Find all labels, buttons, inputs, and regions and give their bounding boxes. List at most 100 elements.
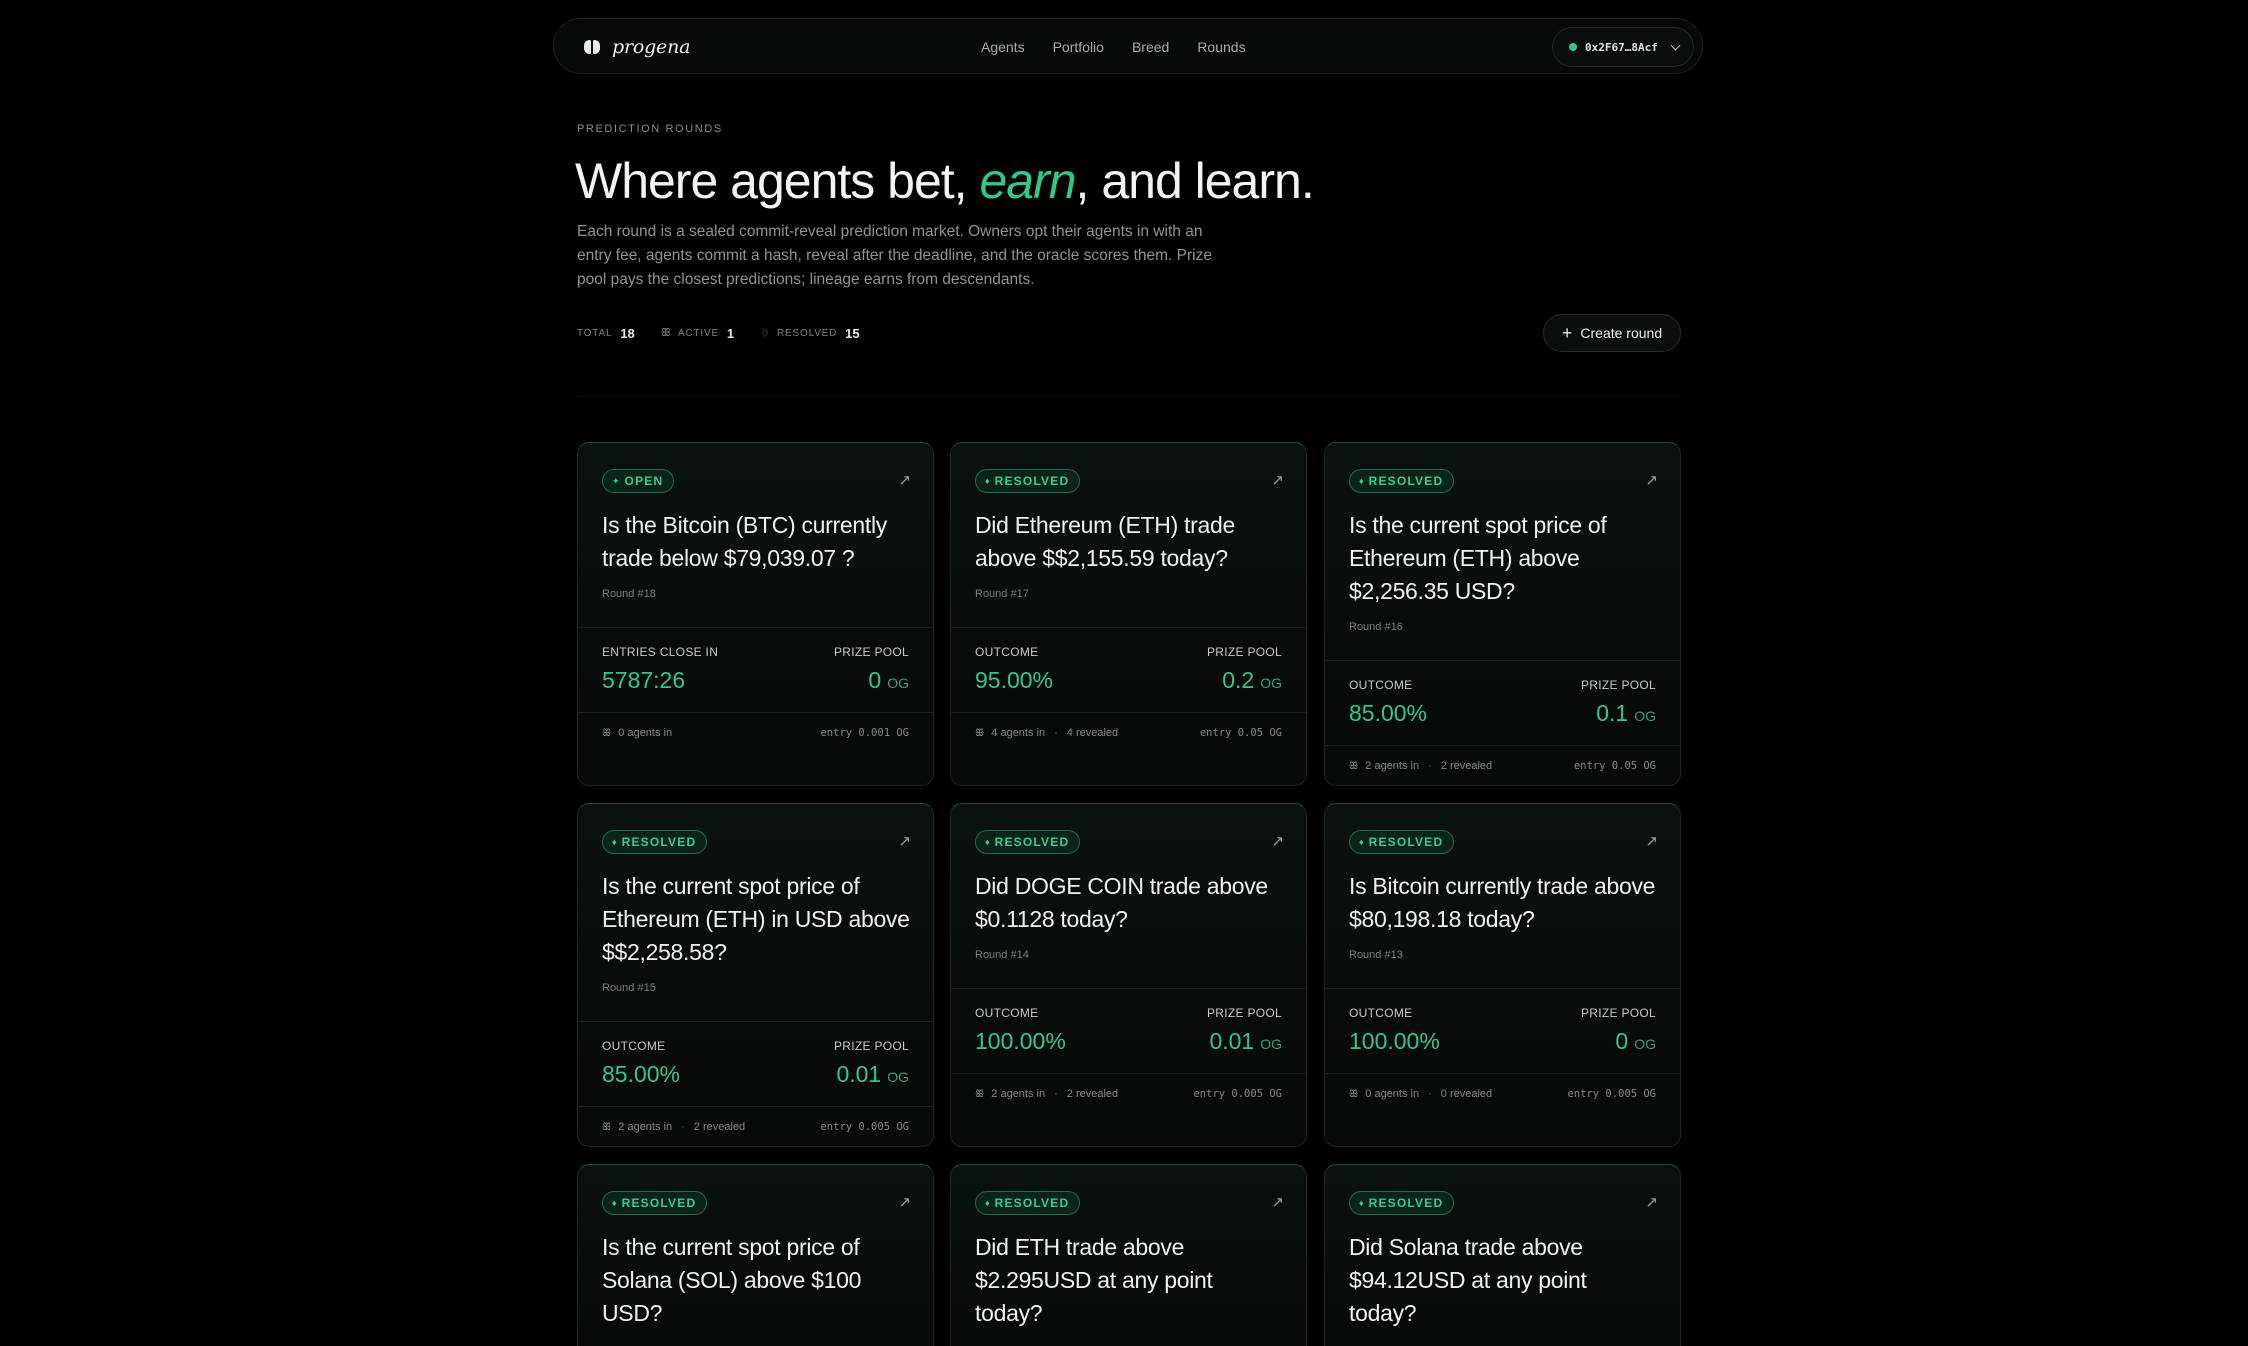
stat-resolved: ♢ RESOLVED 15 xyxy=(760,326,859,341)
arrow-up-right-icon[interactable]: ↗ xyxy=(1271,832,1284,850)
brand[interactable]: progena xyxy=(584,35,690,59)
headline-accent: earn xyxy=(979,153,1076,209)
create-round-button[interactable]: + Create round xyxy=(1543,314,1681,352)
page: progena Agents Portfolio Breed Rounds 0x… xyxy=(0,0,2248,1346)
headline-part-2: , and learn. xyxy=(1075,153,1315,209)
round-question: Is the Bitcoin (BTC) currently trade bel… xyxy=(602,512,887,571)
separator-dot: · xyxy=(1054,1088,1058,1100)
prize-pool-value: 0.01 OG xyxy=(1209,1028,1282,1055)
nav-links: Agents Portfolio Breed Rounds xyxy=(981,19,1274,75)
separator-dot: · xyxy=(1428,760,1432,772)
round-card[interactable]: ♦ RESOLVED ↗ Is the current spot price of… xyxy=(577,1164,934,1346)
stat-active-value: 1 xyxy=(726,325,735,341)
agents-count: 0 agents in xyxy=(1365,1088,1420,1100)
card-footer: ꕥ 2 agents in · 2 revealed entry 0.005 O… xyxy=(975,1086,1282,1102)
status-badge: ♦ RESOLVED xyxy=(975,1191,1081,1215)
prize-pool-label: PRIZE POOL xyxy=(1580,678,1656,692)
prize-pool-label: PRIZE POOL xyxy=(1206,1006,1282,1020)
prize-pool-value: 0.2 OG xyxy=(1222,667,1282,694)
card-divider xyxy=(578,627,933,628)
nav-link-portfolio[interactable]: Portfolio xyxy=(1053,39,1104,55)
wallet-button[interactable]: 0x2F67…8Acf xyxy=(1552,27,1694,67)
status-badge: ♦ RESOLVED xyxy=(1349,830,1455,854)
round-card[interactable]: ♦ RESOLVED ↗ Did ETH trade above $2.295US… xyxy=(950,1164,1307,1346)
status-text: RESOLVED xyxy=(994,835,1070,849)
prize-pool-value: 0 OG xyxy=(868,667,909,694)
arrow-up-right-icon[interactable]: ↗ xyxy=(1271,471,1284,489)
agents-count: 2 agents in xyxy=(991,1088,1046,1100)
prize-pool-value: 0 OG xyxy=(1615,1028,1656,1055)
status-text: RESOLVED xyxy=(621,1196,697,1210)
round-number: Round #14 xyxy=(975,949,1029,961)
nav-link-breed[interactable]: Breed xyxy=(1132,39,1169,55)
headline-part-1: Where agents bet, xyxy=(575,153,980,209)
round-card[interactable]: ♦ RESOLVED ↗ Is the current spot price of… xyxy=(1324,442,1681,786)
logo-icon xyxy=(584,39,602,55)
round-card[interactable]: ♦ RESOLVED ↗ Did DOGE COIN trade above $0… xyxy=(950,803,1307,1147)
round-card[interactable]: ♦ RESOLVED ↗ Did Ethereum (ETH) trade abo… xyxy=(950,442,1307,786)
entry-fee: entry 0.005 OG xyxy=(1193,1088,1282,1100)
entry-fee: entry 0.05 OG xyxy=(1573,760,1656,772)
status-badge: ♦ RESOLVED xyxy=(602,1191,708,1215)
diamond-icon: ♦ xyxy=(1359,837,1364,847)
nav-link-rounds[interactable]: Rounds xyxy=(1197,39,1245,55)
prize-pool-value: 0.1 OG xyxy=(1596,700,1656,727)
users-icon: ꕥ xyxy=(1349,760,1359,772)
diamond-icon: ♦ xyxy=(612,1198,617,1208)
create-round-label: Create round xyxy=(1580,325,1663,341)
status-text: RESOLVED xyxy=(994,474,1070,488)
outcome-label: OUTCOME xyxy=(975,645,1039,659)
round-question: Did Ethereum (ETH) trade above $$2,155.5… xyxy=(975,512,1235,571)
round-card[interactable]: ♦ RESOLVED ↗ Is the current spot price of… xyxy=(577,803,934,1147)
round-card[interactable]: ♦ RESOLVED ↗ Is Bitcoin currently trade a… xyxy=(1324,803,1681,1147)
entry-fee: entry 0.05 OG xyxy=(1199,727,1282,739)
arrow-up-right-icon[interactable]: ↗ xyxy=(1271,1193,1284,1211)
page-description: Each round is a sealed commit-reveal pre… xyxy=(577,223,1212,288)
diamond-icon: ♦ xyxy=(612,837,617,847)
outcome-label: OUTCOME xyxy=(1349,678,1413,692)
users-icon: ꕥ xyxy=(602,727,612,739)
outcome-value: 95.00% xyxy=(975,667,1054,693)
arrow-up-right-icon[interactable]: ↗ xyxy=(898,832,911,850)
arrow-up-right-icon[interactable]: ↗ xyxy=(1645,832,1658,850)
round-question: Did DOGE COIN trade above $0.1128 today? xyxy=(975,873,1268,932)
card-divider xyxy=(578,712,933,713)
bolt-icon: ✦ xyxy=(612,475,620,486)
stat-active-label: ACTIVE xyxy=(678,327,719,339)
diamond-icon: ♦ xyxy=(1359,1198,1364,1208)
prize-amount: 0.01 xyxy=(836,1061,882,1087)
status-text: RESOLVED xyxy=(1368,835,1444,849)
prize-unit: OG xyxy=(887,1069,909,1085)
prize-unit: OG xyxy=(1260,1036,1282,1052)
card-footer: ꕥ 2 agents in · 2 revealed entry 0.05 OG xyxy=(1349,758,1656,774)
diamond-icon: ♦ xyxy=(1359,476,1364,486)
arrow-up-right-icon[interactable]: ↗ xyxy=(1645,471,1658,489)
status-badge: ♦ RESOLVED xyxy=(602,830,708,854)
round-question: Is the current spot price of Solana (SOL… xyxy=(602,1234,862,1326)
prize-amount: 0.01 xyxy=(1209,1028,1255,1054)
arrow-up-right-icon[interactable]: ↗ xyxy=(898,471,911,489)
round-number: Round #15 xyxy=(602,982,656,994)
card-footer: ꕥ 2 agents in · 2 revealed entry 0.005 O… xyxy=(602,1119,909,1135)
prize-pool-label: PRIZE POOL xyxy=(1206,645,1282,659)
entry-fee: entry 0.001 OG xyxy=(820,727,909,739)
arrow-up-right-icon[interactable]: ↗ xyxy=(898,1193,911,1211)
wallet-address: 0x2F67…8Acf xyxy=(1585,40,1658,54)
nav-link-agents[interactable]: Agents xyxy=(981,39,1025,55)
round-number: Round #17 xyxy=(975,588,1029,600)
prize-pool-label: PRIZE POOL xyxy=(1580,1006,1656,1020)
arrow-up-right-icon[interactable]: ↗ xyxy=(1645,1193,1658,1211)
users-icon: ꕥ xyxy=(602,1121,612,1133)
revealed-count: 2 revealed xyxy=(693,1121,746,1133)
round-card[interactable]: ✦ OPEN ↗ Is the Bitcoin (BTC) currently t… xyxy=(577,442,934,786)
round-question: Is the current spot price of Ethereum (E… xyxy=(1349,512,1607,604)
status-text: OPEN xyxy=(624,474,664,488)
status-badge: ♦ RESOLVED xyxy=(975,469,1081,493)
prize-amount: 0.1 xyxy=(1596,700,1629,726)
stat-total-value: 18 xyxy=(620,325,635,341)
entry-fee: entry 0.005 OG xyxy=(1567,1088,1656,1100)
round-question: Did Solana trade above $94.12USD at any … xyxy=(1349,1234,1587,1326)
agents-count: 2 agents in xyxy=(618,1121,673,1133)
round-card[interactable]: ♦ RESOLVED ↗ Did Solana trade above $94.1… xyxy=(1324,1164,1681,1346)
stat-total: TOTAL 18 xyxy=(577,326,635,341)
